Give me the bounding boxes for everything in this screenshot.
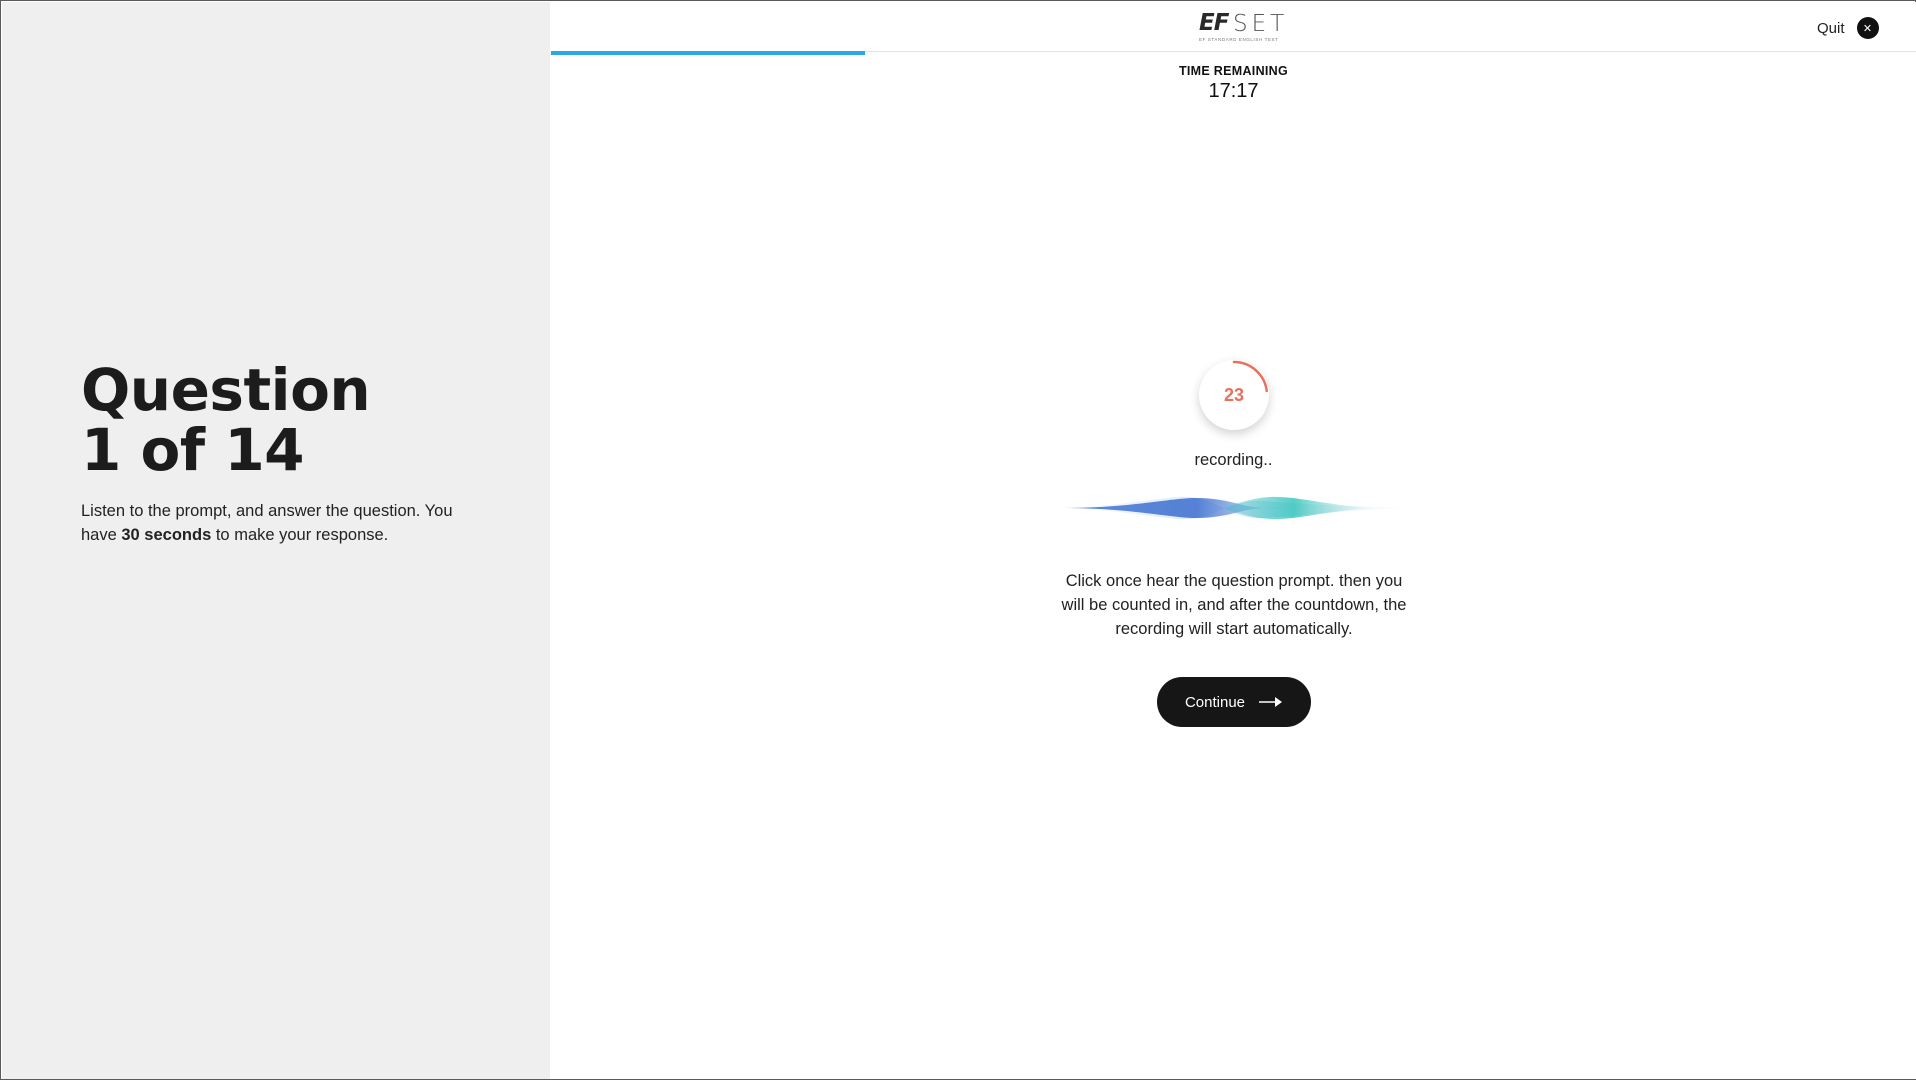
quit-button[interactable]: Quit ✕ — [1817, 16, 1879, 40]
arrow-right-icon — [1259, 697, 1283, 707]
time-remaining-label: TIME REMAINING — [1178, 64, 1289, 78]
main-content: EF SET EF STANDARD ENGLISH TEST Quit ✕ T… — [551, 2, 1916, 1079]
top-bar: EF SET EF STANDARD ENGLISH TEST Quit ✕ — [551, 2, 1916, 52]
question-description: Listen to the prompt, and answer the que… — [81, 499, 481, 547]
countdown-timer: 23 — [1199, 360, 1269, 430]
test-progress-fill — [551, 51, 865, 55]
logo-set-mark: SET — [1233, 11, 1289, 37]
logo-tagline: EF STANDARD ENGLISH TEST — [1199, 37, 1279, 42]
question-sidebar: Question 1 of 14 Listen to the prompt, a… — [2, 2, 550, 1079]
app-window: Question 1 of 14 Listen to the prompt, a… — [0, 0, 1916, 1080]
waveform-icon — [1049, 496, 1419, 520]
logo-ef-mark: EF — [1199, 10, 1229, 36]
continue-button[interactable]: Continue — [1157, 677, 1311, 727]
close-icon[interactable]: ✕ — [1856, 17, 1879, 39]
quit-label: Quit — [1817, 19, 1845, 37]
test-progress-bar — [551, 51, 1916, 55]
question-counter: 1 of 14 — [81, 416, 305, 484]
instructions-text: Click once hear the question prompt. the… — [1061, 572, 1407, 638]
question-title-line1: Question — [81, 356, 371, 424]
question-title: Question 1 of 14 — [81, 356, 371, 484]
description-duration: 30 seconds — [121, 526, 212, 544]
recording-status: recording.. — [1194, 451, 1273, 469]
efset-logo: EF SET EF STANDARD ENGLISH TEST — [1199, 10, 1284, 44]
time-remaining-value: 17:17 — [1208, 80, 1259, 102]
continue-label: Continue — [1184, 693, 1246, 711]
countdown-value: 23 — [1223, 385, 1245, 405]
description-text-end: to make your response. — [211, 526, 389, 544]
